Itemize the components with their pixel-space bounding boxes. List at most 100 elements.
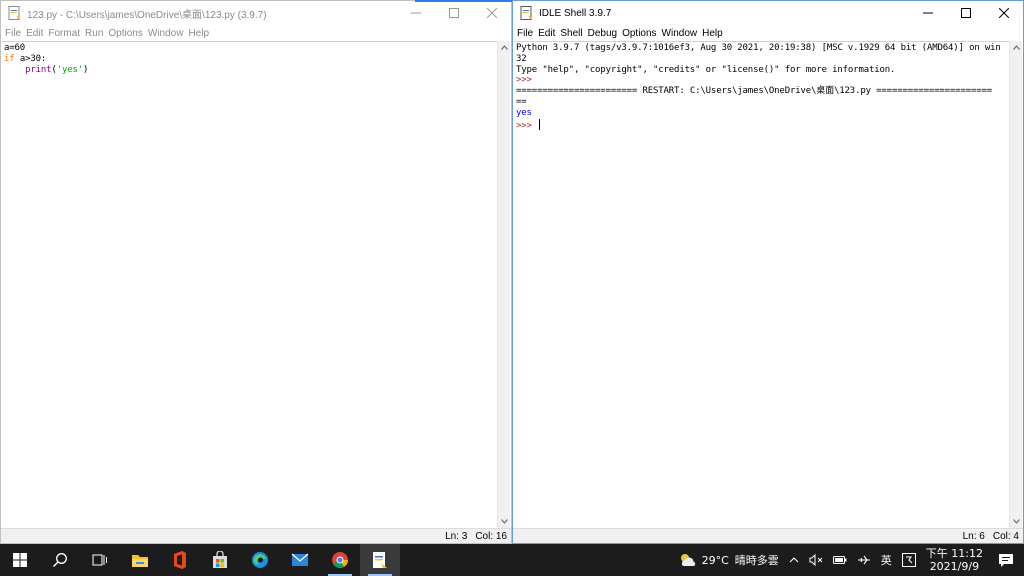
shell-menubar: File Edit Shell Debug Options Window Hel… — [513, 25, 1023, 41]
menu-debug[interactable]: Debug — [587, 28, 621, 39]
mail-button[interactable] — [280, 544, 320, 576]
prompt: >>> — [516, 75, 532, 86]
close-icon — [487, 8, 497, 18]
menu-edit[interactable]: Edit — [537, 28, 559, 39]
shell-text-area[interactable]: Python 3.9.7 (tags/v3.9.7:1016ef3, Aug 3… — [514, 41, 1009, 528]
code-text: ) — [83, 64, 89, 75]
menu-window[interactable]: Window — [661, 28, 702, 39]
banner-line: Python 3.9.7 (tags/v3.9.7:1016ef3, Aug 3… — [516, 43, 1001, 53]
code-line-2: if a>30: — [4, 54, 495, 65]
code-editor: a=60 if a>30: print('yes') — [2, 42, 497, 76]
minimize-button[interactable] — [909, 1, 947, 25]
task-view-icon — [92, 554, 107, 566]
file-explorer-button[interactable] — [120, 544, 160, 576]
clock-time: 下午 11:12 — [925, 547, 983, 560]
text-cursor — [539, 118, 541, 130]
system-tray: 29°C 晴時多雲 英 下午 11:12 2021/9/9 — [673, 544, 1024, 576]
volume-muted-icon — [809, 554, 823, 566]
program-output: yes — [516, 107, 532, 118]
editor-scrollbar[interactable] — [497, 41, 510, 528]
office-button[interactable] — [160, 544, 200, 576]
line-number: Ln: 6 — [962, 530, 985, 542]
scroll-up-icon[interactable] — [1010, 41, 1023, 54]
search-button[interactable] — [40, 544, 80, 576]
maximize-icon — [961, 8, 971, 18]
airplane-mode-button[interactable] — [852, 544, 876, 576]
volume-button[interactable] — [804, 544, 828, 576]
shell-titlebar[interactable]: IDLE Shell 3.9.7 — [513, 1, 1023, 25]
chrome-icon — [332, 552, 348, 568]
menu-window[interactable]: Window — [147, 28, 188, 39]
editor-text-area[interactable]: a=60 if a>30: print('yes') — [2, 41, 497, 528]
battery-button[interactable] — [828, 544, 852, 576]
shell-output: Python 3.9.7 (tags/v3.9.7:1016ef3, Aug 3… — [514, 42, 1009, 132]
scroll-up-icon[interactable] — [498, 41, 511, 54]
store-icon — [213, 551, 227, 568]
notification-center-button[interactable] — [988, 544, 1024, 576]
start-button[interactable] — [0, 544, 40, 576]
menu-run[interactable]: Run — [84, 28, 107, 39]
windows-logo-icon — [13, 553, 27, 567]
clock[interactable]: 下午 11:12 2021/9/9 — [921, 544, 988, 576]
window-accent-line — [415, 0, 513, 2]
menu-shell[interactable]: Shell — [559, 28, 586, 39]
clock-date: 2021/9/9 — [929, 560, 980, 573]
taskbar: 29°C 晴時多雲 英 下午 11:12 2021/9/9 — [0, 544, 1024, 576]
editor-statusbar: Ln: 3 Col: 16 — [1, 528, 511, 543]
edge-icon — [252, 552, 268, 568]
mail-icon — [291, 553, 309, 566]
weather-widget[interactable]: 29°C 晴時多雲 — [673, 544, 784, 576]
minimize-icon — [923, 12, 933, 14]
input-language-indicator[interactable]: 英 — [876, 544, 897, 576]
maximize-button[interactable] — [947, 1, 985, 25]
minimize-icon — [411, 12, 421, 14]
menu-options[interactable]: Options — [107, 28, 146, 39]
menu-edit[interactable]: Edit — [25, 28, 47, 39]
show-hidden-icons-button[interactable] — [784, 544, 804, 576]
idle-shell-icon — [519, 5, 535, 21]
menu-help[interactable]: Help — [187, 28, 213, 39]
banner-line: 32 — [516, 53, 527, 64]
ime-icon — [901, 553, 916, 567]
chrome-button[interactable] — [320, 544, 360, 576]
scroll-down-icon[interactable] — [498, 515, 511, 528]
code-line-3: print('yes') — [4, 65, 495, 76]
editor-titlebar[interactable]: 123.py - C:\Users\james\OneDrive\桌面\123.… — [1, 1, 511, 25]
ime-mode-button[interactable] — [897, 544, 921, 576]
weather-description: 晴時多雲 — [734, 554, 779, 567]
input-line[interactable]: >>> — [516, 118, 1007, 132]
close-button[interactable] — [473, 1, 511, 25]
shell-statusbar: Ln: 6 Col: 4 — [513, 528, 1023, 543]
keyword-if: if — [4, 53, 15, 64]
banner-line: Type "help", "copyright", "credits" or "… — [516, 64, 896, 75]
maximize-button[interactable] — [435, 1, 473, 25]
menu-options[interactable]: Options — [621, 28, 660, 39]
menu-file[interactable]: File — [4, 28, 25, 39]
minimize-button[interactable] — [397, 1, 435, 25]
airplane-icon — [857, 555, 870, 565]
builtin-print: print — [25, 64, 52, 75]
partly-cloudy-icon — [680, 554, 695, 566]
column-number: Col: 16 — [475, 530, 507, 542]
prompt: >>> — [516, 120, 538, 131]
menu-file[interactable]: File — [516, 28, 537, 39]
scroll-down-icon[interactable] — [1010, 515, 1023, 528]
editor-title: 123.py - C:\Users\james\OneDrive\桌面\123.… — [27, 9, 267, 21]
search-icon — [52, 553, 67, 568]
restart-line: == — [516, 96, 527, 107]
close-icon — [999, 8, 1009, 18]
code-line-1: a=60 — [4, 43, 495, 54]
menu-format[interactable]: Format — [47, 28, 84, 39]
menu-help[interactable]: Help — [701, 28, 727, 39]
editor-window: 123.py - C:\Users\james\OneDrive\桌面\123.… — [0, 0, 512, 544]
line-number: Ln: 3 — [445, 530, 468, 542]
idle-taskbar-button[interactable] — [360, 544, 400, 576]
store-button[interactable] — [200, 544, 240, 576]
notification-icon — [999, 553, 1013, 567]
close-button[interactable] — [985, 1, 1023, 25]
task-view-button[interactable] — [80, 544, 120, 576]
weather-temperature: 29°C — [701, 553, 729, 567]
shell-scrollbar[interactable] — [1009, 41, 1022, 528]
edge-button[interactable] — [240, 544, 280, 576]
